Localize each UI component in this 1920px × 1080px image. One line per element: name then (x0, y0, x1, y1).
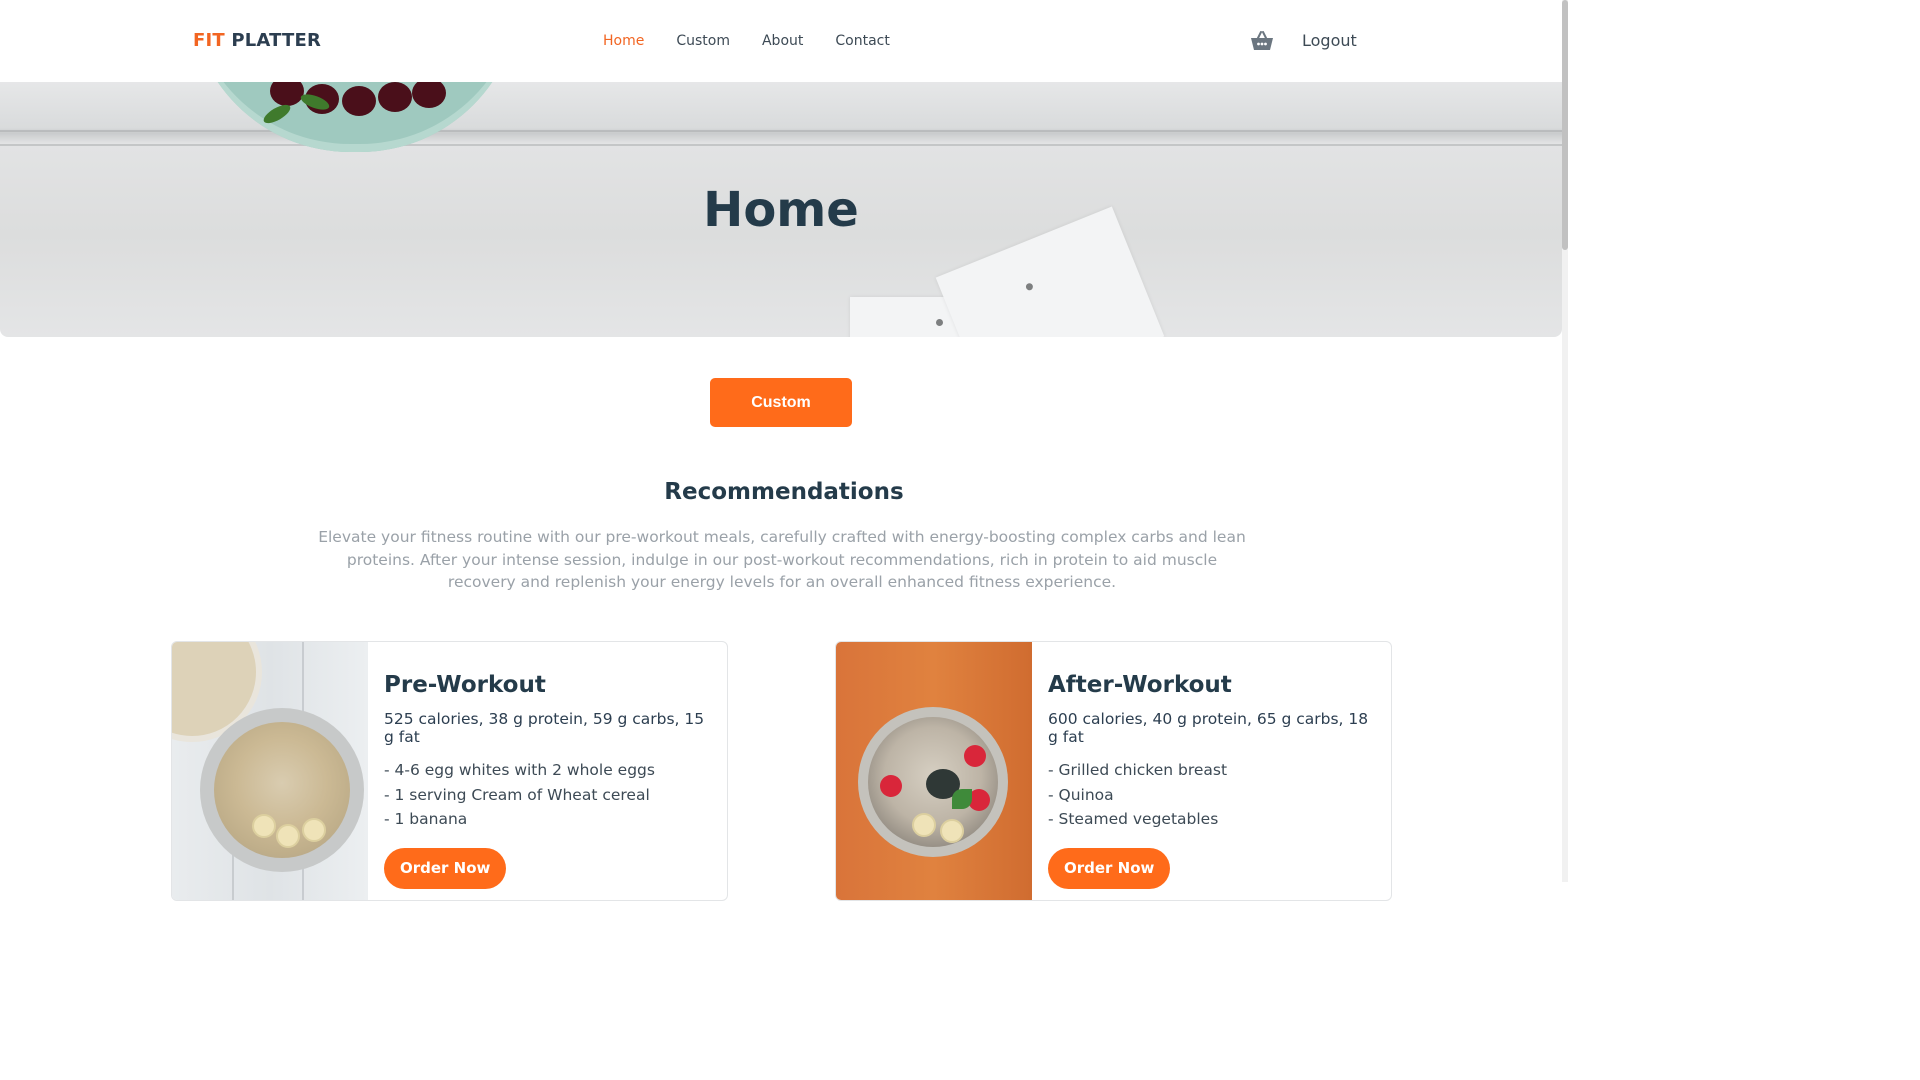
acai-bowl-image (836, 642, 1032, 900)
list-item: - Quinoa (1048, 785, 1114, 804)
strawberry-slice (880, 775, 902, 797)
order-now-button[interactable]: Order Now (1048, 847, 1171, 889)
page-title: Home (703, 182, 859, 238)
page-scrollbar[interactable] (1562, 0, 1568, 882)
card-macros: 525 calories, 38 g protein, 59 g carbs, … (384, 710, 705, 746)
list-item: - Steamed vegetables (1048, 810, 1219, 828)
scrollbar-thumb[interactable] (1562, 0, 1568, 250)
card-title: After-Workout (1048, 672, 1232, 698)
recommendations-description: Elevate your fitness routine with our pr… (318, 528, 1246, 591)
brand-fit: FIT (193, 30, 225, 51)
oatmeal-bowl-image (172, 642, 368, 900)
hero-banner: Home (0, 82, 1562, 337)
nav-link-custom[interactable]: Custom (676, 33, 730, 49)
tag-hole (1024, 282, 1034, 292)
tag-hole (936, 319, 943, 326)
strawberry-slice (964, 745, 986, 767)
brand-logo[interactable]: FIT PLATTER (193, 30, 321, 51)
shopping-basket-icon[interactable] (1250, 31, 1274, 51)
cherry-image (342, 86, 376, 116)
list-item: - 1 banana (384, 810, 468, 828)
banana-slice (252, 814, 276, 838)
card-body: After-Workout 600 calories, 40 g protein… (1048, 672, 1379, 889)
banana-slice (302, 818, 326, 842)
custom-button[interactable]: Custom (710, 378, 852, 427)
card-body: Pre-Workout 525 calories, 38 g protein, … (384, 672, 715, 889)
main-menu: Home Custom About Contact (603, 33, 922, 49)
card-title: Pre-Workout (384, 672, 546, 698)
nav-link-home[interactable]: Home (603, 33, 644, 49)
recommendations-heading: Recommendations (664, 479, 904, 505)
list-item: - Grilled chicken breast (1048, 761, 1228, 779)
wood-plank-line (0, 130, 1562, 132)
pre-workout-card: Pre-Workout 525 calories, 38 g protein, … (171, 641, 728, 901)
top-navbar: FIT PLATTER Home Custom About Contact Lo… (0, 0, 1560, 82)
order-now-button[interactable]: Order Now (384, 847, 507, 889)
nav-link-about[interactable]: About (762, 33, 803, 49)
granola-topping-image (868, 717, 998, 847)
wood-plank-line (0, 144, 1562, 146)
oatmeal-image (214, 722, 350, 858)
bowl-image (200, 708, 364, 872)
meal-items-list: - 4-6 egg whites with 2 whole eggs - 1 s… (384, 758, 715, 832)
after-workout-card: After-Workout 600 calories, 40 g protein… (835, 641, 1392, 901)
list-item: - 4-6 egg whites with 2 whole eggs (384, 761, 655, 779)
card-macros: 600 calories, 40 g protein, 65 g carbs, … (1048, 710, 1369, 746)
mint-leaf-image (952, 789, 972, 809)
banana-slice (276, 824, 300, 848)
nav-link-contact[interactable]: Contact (835, 33, 889, 49)
banana-slice (912, 813, 936, 837)
list-item: - 1 serving Cream of Wheat cereal (384, 785, 650, 804)
brand-platter: PLATTER (231, 30, 322, 51)
cherry-image (378, 82, 412, 112)
banana-slice (940, 819, 964, 843)
paper-tag-image (850, 297, 960, 337)
meal-items-list: - Grilled chicken breast - Quinoa - Stea… (1048, 758, 1379, 832)
logout-link[interactable]: Logout (1302, 31, 1357, 50)
bowl-image (858, 707, 1008, 857)
